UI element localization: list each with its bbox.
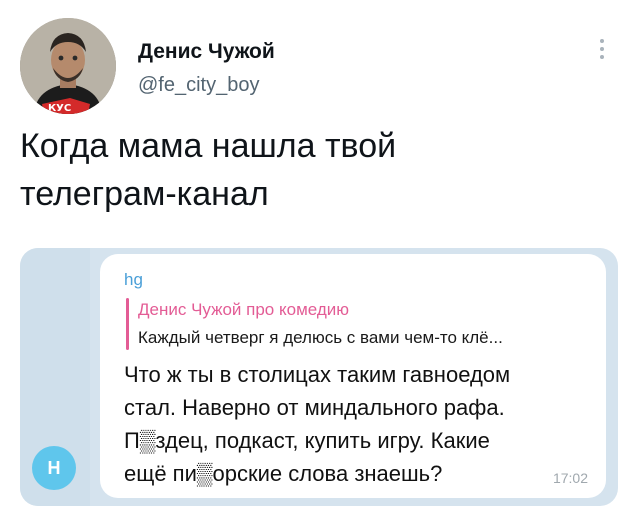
message-bubble: hg Денис Чужой про комедию Каждый четвер… (100, 254, 606, 498)
tweet-header: КУС Денис Чужой @fe_city_boy (20, 18, 620, 118)
sender-avatar: H (32, 446, 76, 490)
svg-text:КУС: КУС (48, 103, 71, 114)
telegram-screenshot[interactable]: H hg Денис Чужой про комедию Каждый четв… (20, 248, 618, 506)
more-options-icon[interactable] (594, 36, 610, 66)
avatar-portrait: КУС (20, 18, 116, 114)
author-handle[interactable]: @fe_city_boy (138, 74, 259, 97)
reply-author: Денис Чужой про комедию (138, 300, 349, 319)
sender-name: hg (124, 270, 143, 289)
avatar[interactable]: КУС (20, 18, 116, 114)
reply-text: Каждый четверг я делюсь с вами чем-то кл… (138, 328, 503, 347)
tweet-text: Когда мама нашла твой телеграм-канал (20, 127, 397, 213)
message-time: 17:02 (552, 470, 588, 486)
reply-accent-bar (126, 298, 129, 350)
message-text: Что ж ты в столицах таким гавноедом стал… (124, 362, 511, 486)
author-name[interactable]: Денис Чужой (138, 40, 275, 64)
